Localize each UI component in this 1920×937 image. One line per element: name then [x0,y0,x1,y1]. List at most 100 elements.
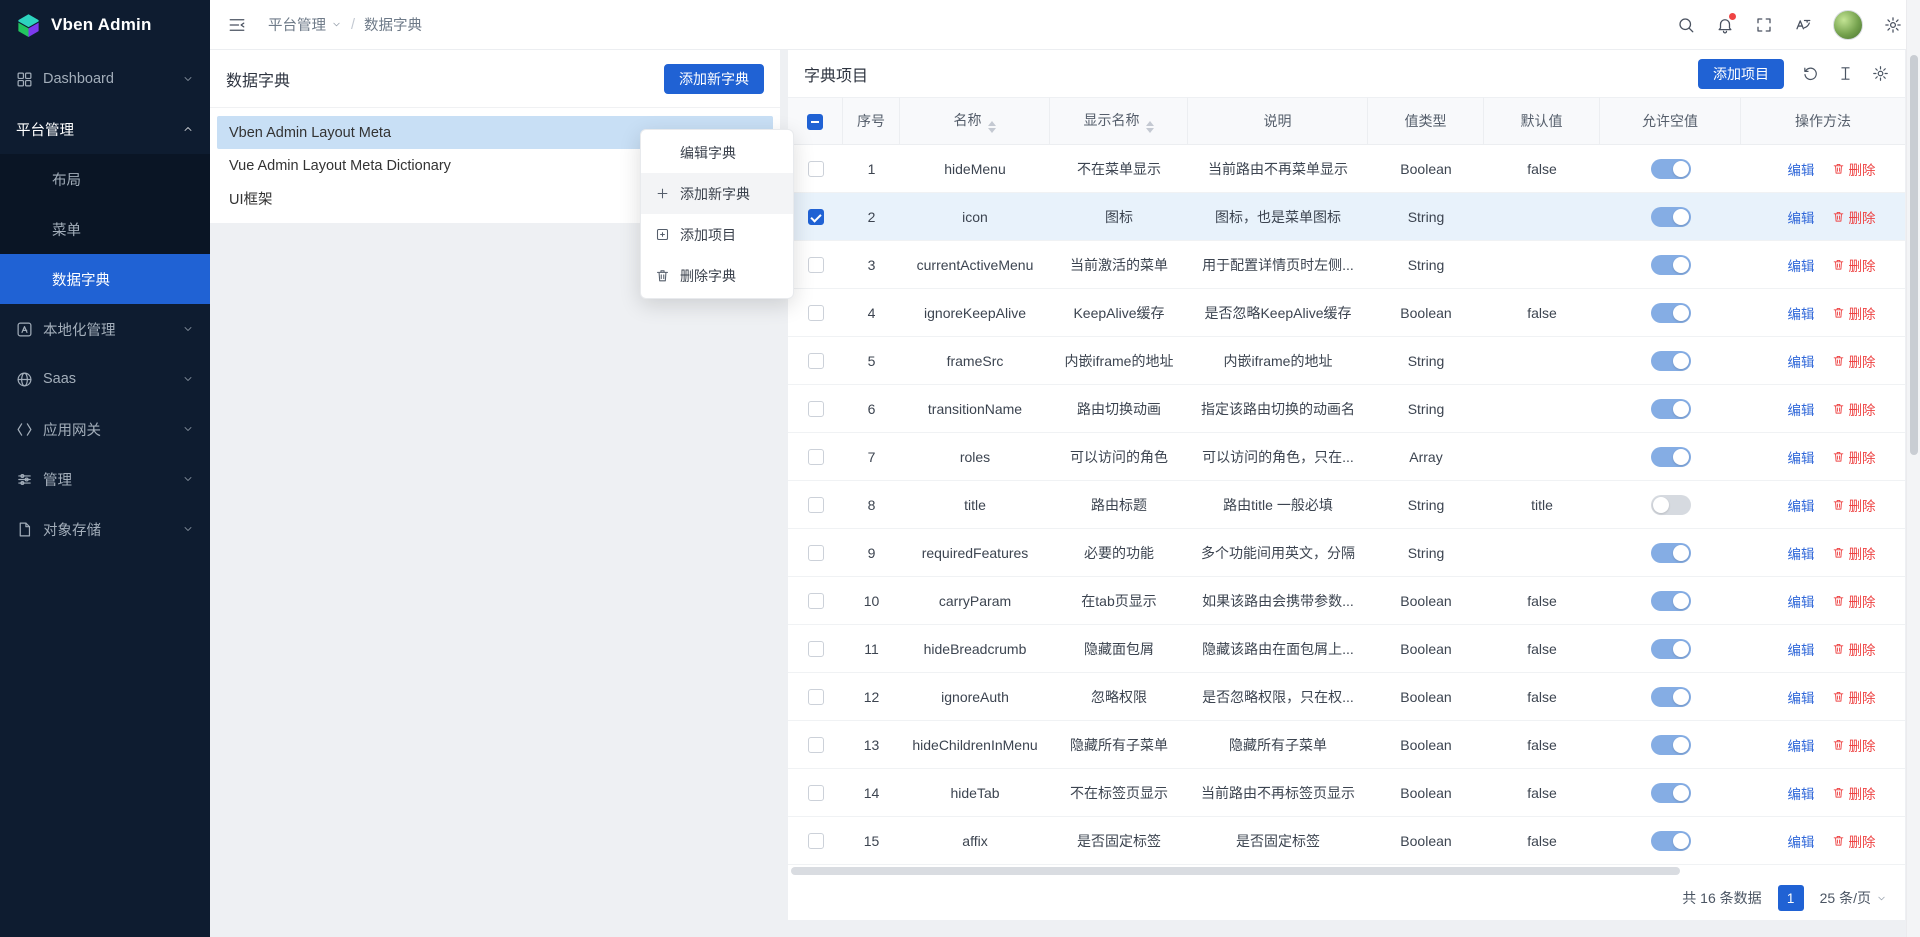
context-menu-item[interactable]: 删除字典 [641,255,793,296]
page-1-button[interactable]: 1 [1778,885,1804,911]
add-dictionary-button[interactable]: 添加新字典 [664,64,764,94]
nullable-toggle[interactable] [1651,783,1691,803]
row-checkbox[interactable] [808,305,824,321]
nullable-toggle[interactable] [1651,351,1691,371]
refresh-icon[interactable] [1802,65,1819,82]
edit-row-link[interactable]: 编辑 [1771,591,1815,611]
edit-row-link[interactable]: 编辑 [1771,783,1815,803]
sidebar-item-layout[interactable]: 布局 [0,154,210,204]
delete-row-link[interactable]: 删除 [1832,591,1876,611]
delete-row-link[interactable]: 删除 [1832,207,1876,227]
edit-row-link[interactable]: 编辑 [1771,495,1815,515]
sidebar-item-localization[interactable]: 本地化管理 [0,304,210,354]
nullable-toggle[interactable] [1651,303,1691,323]
nullable-toggle[interactable] [1651,207,1691,227]
nullable-toggle[interactable] [1651,399,1691,419]
page-size-select[interactable]: 25 条/页 [1820,888,1887,908]
sidebar-item-object-storage[interactable]: 对象存储 [0,504,210,554]
delete-row-link[interactable]: 删除 [1832,543,1876,563]
row-checkbox[interactable] [808,785,824,801]
sort-asc-icon[interactable] [988,121,996,126]
horizontal-scrollbar-thumb[interactable] [791,867,1680,875]
sort-desc-icon[interactable] [1146,128,1154,133]
row-height-icon[interactable] [1837,65,1854,82]
sidebar-item-menu[interactable]: 菜单 [0,204,210,254]
nullable-toggle[interactable] [1651,255,1691,275]
nullable-toggle[interactable] [1651,687,1691,707]
sidebar-item-data-dictionary[interactable]: 数据字典 [0,254,210,304]
row-checkbox[interactable] [808,497,824,513]
sort-icons[interactable] [1146,121,1154,133]
delete-row-link[interactable]: 删除 [1832,495,1876,515]
preferences-gear-icon[interactable] [1884,16,1902,34]
sort-desc-icon[interactable] [988,128,996,133]
context-menu-item[interactable]: 添加项目 [641,214,793,255]
vertical-scrollbar[interactable] [1906,0,1920,937]
row-checkbox[interactable] [808,449,824,465]
row-checkbox[interactable] [808,593,824,609]
fullscreen-icon[interactable] [1755,16,1773,34]
horizontal-scrollbar[interactable] [788,865,1905,876]
nullable-toggle[interactable] [1651,639,1691,659]
row-checkbox[interactable] [808,161,824,177]
logo[interactable]: Vben Admin [0,0,210,50]
sidebar-item-app-gateway[interactable]: 应用网关 [0,404,210,454]
translate-icon[interactable] [1794,16,1812,34]
column-header[interactable]: 显示名称 [1050,97,1188,145]
notifications-button[interactable] [1716,16,1734,34]
row-checkbox[interactable] [808,257,824,273]
vertical-scrollbar-thumb[interactable] [1910,55,1918,455]
delete-row-link[interactable]: 删除 [1832,255,1876,275]
context-menu-item[interactable]: 编辑字典 [641,132,793,173]
context-menu-item[interactable]: 添加新字典 [641,173,793,214]
edit-row-link[interactable]: 编辑 [1771,351,1815,371]
delete-row-link[interactable]: 删除 [1832,303,1876,323]
sidebar-item-saas[interactable]: Saas [0,354,210,404]
delete-row-link[interactable]: 删除 [1832,159,1876,179]
row-checkbox[interactable] [808,737,824,753]
edit-row-link[interactable]: 编辑 [1771,447,1815,467]
breadcrumb-item-data-dictionary[interactable]: 数据字典 [364,14,422,35]
sidebar-item-platform-management[interactable]: 平台管理 [0,104,210,154]
add-item-button[interactable]: 添加项目 [1698,59,1784,89]
nullable-toggle[interactable] [1651,831,1691,851]
row-checkbox[interactable] [808,545,824,561]
nullable-toggle[interactable] [1651,159,1691,179]
search-icon[interactable] [1677,16,1695,34]
sidebar-item-management[interactable]: 管理 [0,454,210,504]
row-checkbox[interactable] [808,833,824,849]
delete-row-link[interactable]: 删除 [1832,687,1876,707]
edit-row-link[interactable]: 编辑 [1771,687,1815,707]
edit-row-link[interactable]: 编辑 [1771,831,1815,851]
row-checkbox[interactable] [808,209,824,225]
delete-row-link[interactable]: 删除 [1832,351,1876,371]
edit-row-link[interactable]: 编辑 [1771,735,1815,755]
select-all-checkbox[interactable] [807,114,823,130]
breadcrumb-item-platform[interactable]: 平台管理 [268,14,342,35]
sort-asc-icon[interactable] [1146,121,1154,126]
delete-row-link[interactable]: 删除 [1832,783,1876,803]
edit-row-link[interactable]: 编辑 [1771,543,1815,563]
row-checkbox[interactable] [808,353,824,369]
nullable-toggle[interactable] [1651,495,1691,515]
user-avatar[interactable] [1833,10,1863,40]
delete-row-link[interactable]: 删除 [1832,399,1876,419]
collapse-sidebar-icon[interactable] [228,16,246,34]
row-checkbox[interactable] [808,401,824,417]
row-checkbox[interactable] [808,689,824,705]
nullable-toggle[interactable] [1651,543,1691,563]
nullable-toggle[interactable] [1651,591,1691,611]
delete-row-link[interactable]: 删除 [1832,639,1876,659]
sort-icons[interactable] [988,121,996,133]
delete-row-link[interactable]: 删除 [1832,831,1876,851]
delete-row-link[interactable]: 删除 [1832,447,1876,467]
nullable-toggle[interactable] [1651,735,1691,755]
nullable-toggle[interactable] [1651,447,1691,467]
edit-row-link[interactable]: 编辑 [1771,639,1815,659]
delete-row-link[interactable]: 删除 [1832,735,1876,755]
column-header[interactable]: 名称 [900,97,1050,145]
edit-row-link[interactable]: 编辑 [1771,207,1815,227]
edit-row-link[interactable]: 编辑 [1771,255,1815,275]
sidebar-item-dashboard[interactable]: Dashboard [0,54,210,104]
edit-row-link[interactable]: 编辑 [1771,303,1815,323]
